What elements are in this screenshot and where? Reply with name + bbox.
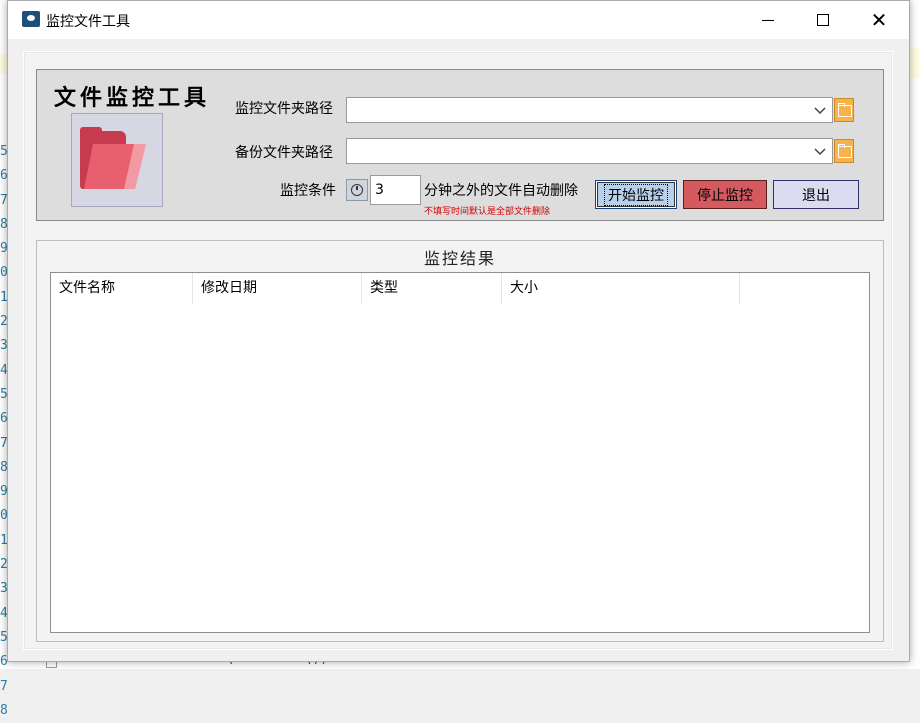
client-area: 文件监控工具 监控文件夹路径 备份文件夹路径 监控条件 分钟之	[23, 51, 893, 650]
column-header-name[interactable]: 文件名称	[51, 273, 193, 304]
maximize-icon	[817, 14, 829, 26]
clock-button[interactable]	[346, 179, 368, 201]
start-monitor-button[interactable]: 开始监控	[595, 180, 677, 209]
minutes-suffix-label: 分钟之外的文件自动删除	[424, 183, 578, 199]
window-title: 监控文件工具	[46, 14, 130, 30]
settings-panel: 文件监控工具 监控文件夹路径 备份文件夹路径 监控条件 分钟之	[36, 69, 884, 221]
backup-path-combo[interactable]	[346, 138, 833, 164]
condition-label: 监控条件	[280, 183, 336, 199]
column-header-size[interactable]: 大小	[502, 273, 740, 304]
results-list[interactable]: 文件名称 修改日期 类型 大小	[50, 272, 870, 633]
maximize-button[interactable]	[800, 1, 846, 39]
exit-button[interactable]: 退出	[773, 180, 859, 209]
folder-logo	[71, 113, 163, 207]
close-button[interactable]: ✕	[856, 1, 902, 39]
close-icon: ✕	[870, 8, 888, 32]
line-number: 7	[0, 678, 8, 694]
hint-text: 不填写时间默认是全部文件删除	[424, 207, 551, 217]
monitor-folder-browse-button[interactable]	[834, 98, 854, 122]
exit-label: 退出	[802, 187, 830, 204]
column-header-modified[interactable]: 修改日期	[193, 273, 362, 304]
monitor-path-combo[interactable]	[346, 97, 833, 123]
results-group: 监控结果 文件名称 修改日期 类型 大小	[36, 240, 884, 642]
title-bar[interactable]: 监控文件工具 ✕	[8, 1, 909, 39]
app-window: 监控文件工具 ✕ 文件监控工具 监控文件夹路径 备份文件夹路径 监控条件 3 分…	[7, 0, 910, 662]
minimize-icon	[762, 19, 774, 21]
app-eye-icon	[22, 11, 40, 27]
backup-path-label: 备份文件夹路径	[235, 145, 333, 161]
column-header-type[interactable]: 类型	[362, 273, 502, 304]
start-monitor-label: 开始监控	[604, 183, 668, 206]
clock-icon	[351, 184, 363, 196]
stop-monitor-button[interactable]: 停止监控	[683, 180, 767, 209]
line-number: 8	[0, 702, 8, 718]
stop-monitor-label: 停止监控	[697, 187, 753, 204]
results-title: 监控结果	[423, 249, 496, 268]
minutes-input[interactable]	[370, 175, 421, 205]
editor-right-marker	[909, 48, 920, 78]
minimize-button[interactable]	[745, 1, 791, 39]
backup-folder-browse-button[interactable]	[834, 139, 854, 163]
chevron-down-icon[interactable]	[813, 144, 827, 158]
chevron-down-icon[interactable]	[813, 103, 827, 117]
app-heading: 文件监控工具	[54, 85, 211, 111]
monitor-path-label: 监控文件夹路径	[235, 101, 333, 117]
